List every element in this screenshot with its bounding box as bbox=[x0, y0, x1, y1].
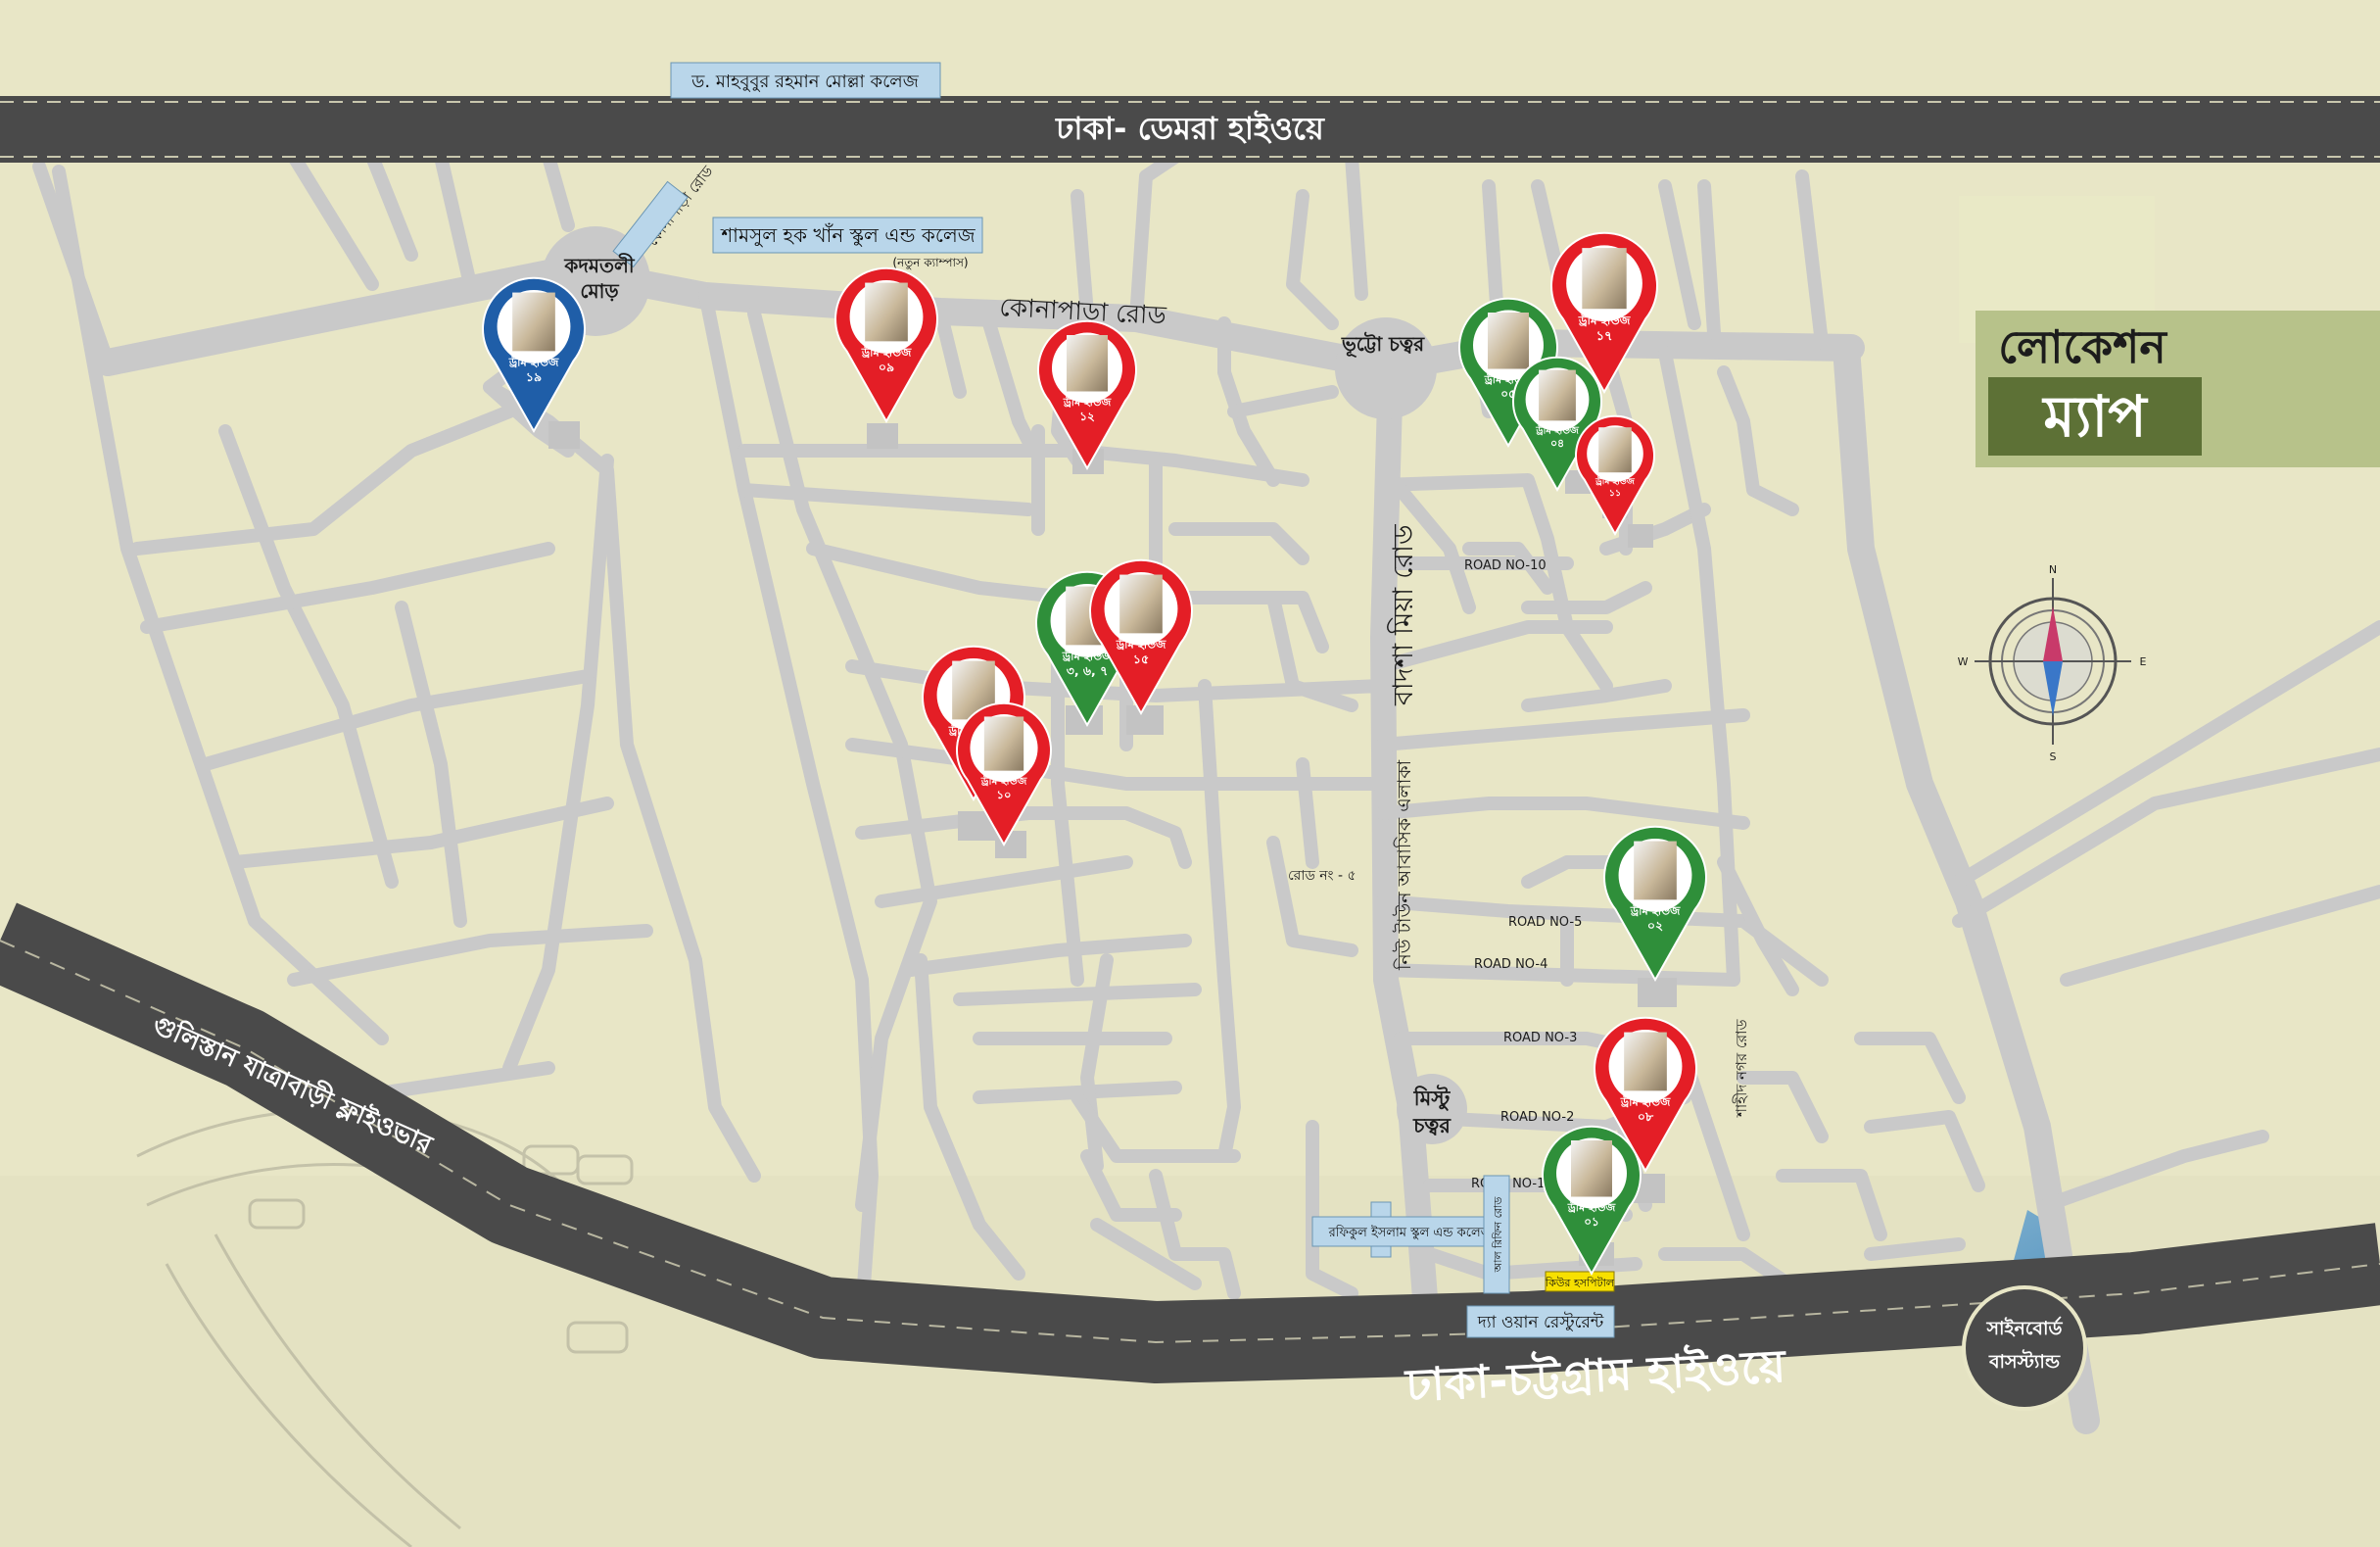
building-photo-icon bbox=[1634, 841, 1677, 900]
building-photo-icon bbox=[865, 282, 908, 342]
location-map: ROAD NO-10 ROAD NO-5 ROAD NO-4 ROAD NO-3… bbox=[0, 0, 2380, 1547]
pin-label: ড্রীম হাউজ bbox=[1063, 395, 1113, 409]
pin-label: ড্রীম হাউজ bbox=[861, 345, 912, 359]
building-photo-icon bbox=[1598, 427, 1632, 473]
mistu-label-2: চত্বর bbox=[1412, 1114, 1452, 1137]
pin-number: ০১ bbox=[1584, 1215, 1599, 1229]
road-no-10-label: ROAD NO-10 bbox=[1464, 558, 1547, 573]
title-line-1: লোকেশন bbox=[1998, 320, 2167, 373]
svg-text:(নতুন ক্যাম্পাস): (নতুন ক্যাম্পাস) bbox=[892, 256, 968, 270]
top-highway-label: ঢাকা- ডেমরা হাইওয়ে bbox=[1055, 110, 1325, 147]
pin-label: ড্রীম হাউজ bbox=[508, 355, 559, 368]
pin-number: ১৭ bbox=[1596, 329, 1613, 344]
pin-number: ১১ bbox=[1609, 488, 1621, 499]
pin-label: ড্রীম হাউজ bbox=[1567, 1200, 1617, 1214]
badsha-mia-road-label: বাদশা মিয়া রোড bbox=[1387, 524, 1419, 706]
bhutto-label: ভূট্টো চত্বর bbox=[1341, 331, 1425, 358]
pin-number: ০৯ bbox=[879, 360, 894, 374]
pin-number: ৩, ৬, ৭ bbox=[1067, 663, 1108, 678]
svg-text:কিউর হসপিটাল: কিউর হসপিটাল bbox=[1545, 1277, 1615, 1289]
svg-text:দ্যা ওয়ান রেস্টুরেন্ট: দ্যা ওয়ান রেস্টুরেন্ট bbox=[1477, 1312, 1604, 1332]
building-photo-icon bbox=[1119, 574, 1163, 634]
svg-text:W: W bbox=[1958, 655, 1969, 668]
building-photo-icon bbox=[1488, 313, 1529, 369]
building-photo-icon bbox=[512, 292, 555, 352]
pin-number: ১৫ bbox=[1133, 652, 1149, 666]
svg-text:শামসুল হক খাঁন স্কুল এন্ড কলেজ: শামসুল হক খাঁন স্কুল এন্ড কলেজ bbox=[720, 223, 976, 247]
building-photo-icon bbox=[1571, 1140, 1612, 1197]
svg-text:S: S bbox=[2050, 750, 2057, 763]
pin-number: ১৯ bbox=[526, 369, 542, 384]
right-road-label: শাহীদ নগর রোড bbox=[1733, 1018, 1750, 1118]
title-line-2: ম্যাপ bbox=[2041, 383, 2149, 450]
pin-label: ড্রীম হাউজ bbox=[1116, 637, 1166, 651]
pin-label: ড্রীম হাউজ bbox=[1630, 903, 1681, 917]
pin-number: ০৪ bbox=[1550, 437, 1564, 450]
residential-area-label: নিউ টাউন আবাসিক এলাকা bbox=[1393, 759, 1415, 971]
svg-text:N: N bbox=[2049, 563, 2057, 576]
college-top-box: ড. মাহবুবুর রহমান মোল্লা কলেজ bbox=[670, 62, 941, 99]
building-photo-icon bbox=[1067, 335, 1108, 392]
rafiqul-school-label-box: রফিকুল ইসলাম স্কুল এন্ড কলেজ bbox=[1311, 1216, 1509, 1247]
road-no-3-label: ROAD NO-3 bbox=[1503, 1031, 1577, 1045]
building-photo-icon bbox=[983, 716, 1024, 771]
signboard-busstand: সাইনবোর্ড বাসস্ট্যান্ড bbox=[1962, 1285, 2087, 1411]
svg-text:আল রিফিন রোড: আল রিফিন রোড bbox=[1492, 1196, 1504, 1274]
pin-number: ০৮ bbox=[1638, 1109, 1653, 1124]
svg-text:ড. মাহবুবুর রহমান মোল্লা কলেজ: ড. মাহবুবুর রহমান মোল্লা কলেজ bbox=[690, 72, 920, 92]
svg-text:বাসস্ট্যান্ড: বাসস্ট্যান্ড bbox=[1988, 1349, 2061, 1373]
svg-text:সাইনবোর্ড: সাইনবোর্ড bbox=[1986, 1316, 2064, 1339]
road-no-5-label: ROAD NO-5 bbox=[1508, 915, 1582, 930]
pin-number: ১০ bbox=[997, 788, 1012, 801]
svg-text:রফিকুল ইসলাম স্কুল এন্ড কলেজ: রফিকুল ইসলাম স্কুল এন্ড কলেজ bbox=[1328, 1225, 1493, 1240]
pin-label: ড্রীম হাউজ bbox=[1578, 313, 1632, 327]
building-photo-icon bbox=[1539, 369, 1576, 421]
hospital-box: কিউর হসপিটাল bbox=[1545, 1271, 1615, 1292]
pin-number: ১২ bbox=[1079, 410, 1095, 423]
the-one-restaurant-box: দ্যা ওয়ান রেস্টুরেন্ট bbox=[1466, 1305, 1615, 1338]
mistu-label-1: মিস্টু bbox=[1413, 1085, 1452, 1111]
road-no-2-label: ROAD NO-2 bbox=[1500, 1110, 1574, 1125]
svg-text:E: E bbox=[2140, 655, 2147, 668]
kadamtali-label-2: মোড় bbox=[580, 279, 619, 303]
hospital-road-box: আল রিফিন রোড bbox=[1483, 1175, 1510, 1294]
building-photo-icon bbox=[1624, 1032, 1667, 1091]
building-photo-icon bbox=[1582, 248, 1627, 310]
pin-label: ড্রীম হাউজ bbox=[980, 774, 1028, 788]
pin-number: ০২ bbox=[1647, 918, 1663, 933]
road-no-4-label: ROAD NO-4 bbox=[1474, 957, 1547, 972]
kadamtali-label-1: কদমতলী bbox=[563, 253, 636, 277]
pin-label: ড্রীম হাউজ bbox=[1620, 1094, 1671, 1108]
pin-label: ড্রীম হাউজ bbox=[1535, 422, 1580, 436]
road-5-bn-label: রোড নং - ৫ bbox=[1288, 868, 1357, 884]
